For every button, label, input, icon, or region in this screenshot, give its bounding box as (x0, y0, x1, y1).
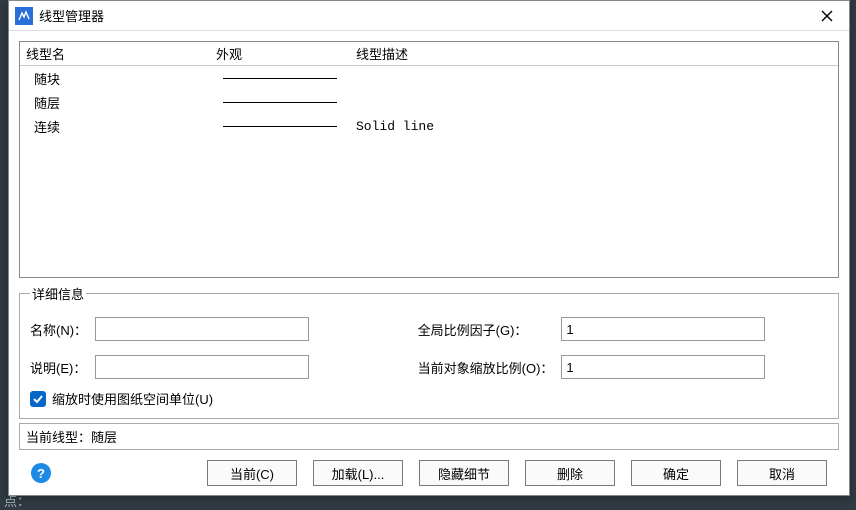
titlebar: 线型管理器 (9, 1, 849, 31)
name-label: 名称(N)： (30, 320, 87, 339)
row-name: 随层 (20, 93, 210, 112)
desc-input[interactable] (95, 355, 309, 379)
current-scale-input[interactable] (561, 355, 765, 379)
help-icon[interactable]: ? (31, 463, 51, 483)
list-header: 线型名 外观 线型描述 (20, 42, 838, 66)
col-header-name[interactable]: 线型名 (20, 44, 210, 63)
load-button[interactable]: 加载(L)... (313, 460, 403, 486)
linetype-list: 线型名 外观 线型描述 随块 随层 连续 Solid lin (19, 41, 839, 278)
list-body: 随块 随层 连续 Solid line (20, 66, 838, 138)
list-row[interactable]: 连续 Solid line (20, 114, 838, 138)
paperspace-checkbox[interactable] (30, 391, 46, 407)
global-scale-input[interactable] (561, 317, 765, 341)
current-scale-label: 当前对象缩放比例(O)： (418, 358, 554, 377)
details-fieldset: 详细信息 名称(N)： 全局比例因子(G)： 说明(E)： 当前对象缩放比例(O… (19, 284, 839, 419)
row-name: 随块 (20, 69, 210, 88)
col-header-desc[interactable]: 线型描述 (350, 44, 838, 63)
app-icon (15, 7, 33, 25)
current-linetype-value: 随层 (91, 430, 117, 445)
current-linetype-prefix: 当前线型： (26, 430, 91, 445)
desc-label: 说明(E)： (30, 358, 87, 377)
row-appearance (210, 102, 350, 103)
ok-button[interactable]: 确定 (631, 460, 721, 486)
hide-details-button[interactable]: 隐藏细节 (419, 460, 509, 486)
button-row: ? 当前(C) 加载(L)... 隐藏细节 删除 确定 取消 (19, 450, 839, 486)
row-appearance (210, 78, 350, 79)
details-legend: 详细信息 (30, 284, 86, 303)
current-linetype-bar: 当前线型：随层 (19, 423, 839, 450)
current-button[interactable]: 当前(C) (207, 460, 297, 486)
row-name: 连续 (20, 117, 210, 136)
close-button[interactable] (811, 4, 843, 28)
delete-button[interactable]: 删除 (525, 460, 615, 486)
dialog-title: 线型管理器 (39, 6, 811, 25)
col-header-appearance[interactable]: 外观 (210, 44, 350, 63)
paperspace-checkbox-label: 缩放时使用图纸空间单位(U) (52, 389, 213, 408)
global-scale-label: 全局比例因子(G)： (418, 320, 554, 339)
list-row[interactable]: 随层 (20, 90, 838, 114)
cancel-button[interactable]: 取消 (737, 460, 827, 486)
list-row[interactable]: 随块 (20, 66, 838, 90)
linetype-manager-dialog: 线型管理器 线型名 外观 线型描述 随块 随层 (8, 0, 850, 496)
row-desc: Solid line (350, 119, 838, 134)
row-appearance (210, 126, 350, 127)
name-input[interactable] (95, 317, 309, 341)
